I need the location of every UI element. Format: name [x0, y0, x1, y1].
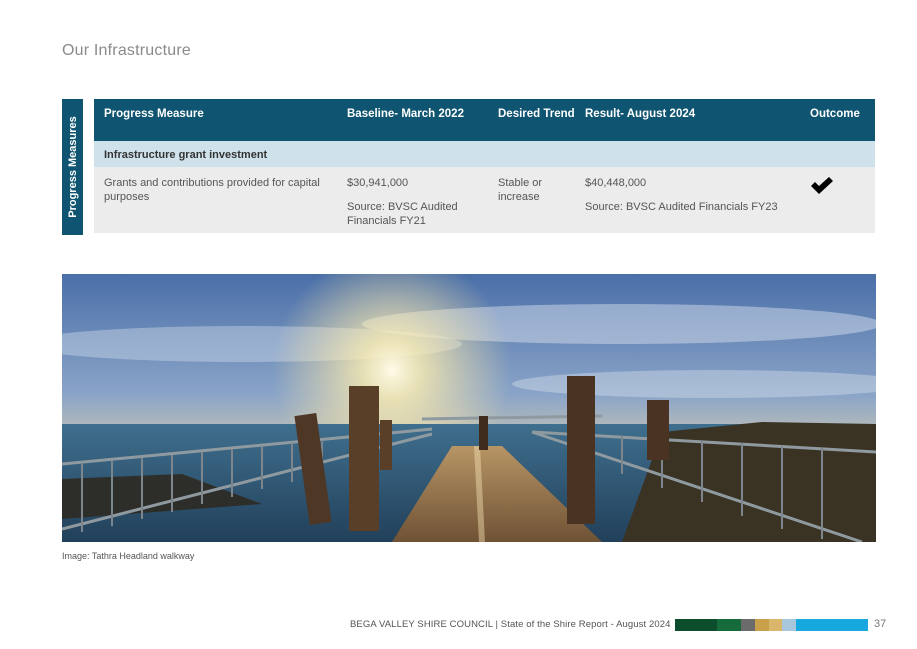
- footer-swatch: [796, 619, 868, 631]
- baseline-value: $30,941,000: [347, 177, 409, 189]
- footer-swatch: [782, 619, 796, 631]
- result-value: $40,448,000: [585, 177, 647, 189]
- table-header-row: Progress Measure Baseline- March 2022 De…: [94, 99, 875, 141]
- header-baseline: Baseline- March 2022: [347, 108, 464, 120]
- side-tab: Progress Measures: [62, 99, 83, 235]
- baseline-source: Source: BVSC Audited Financials FY21: [347, 201, 458, 227]
- footer-swatch: [675, 619, 717, 631]
- walkway-photo: [62, 274, 876, 542]
- page-title: Our Infrastructure: [62, 42, 191, 59]
- table-row: Grants and contributions provided for ca…: [94, 167, 875, 233]
- page-number: 37: [874, 618, 887, 630]
- image-caption: Image: Tathra Headland walkway: [62, 551, 195, 561]
- photo-illustration: [62, 274, 876, 542]
- footer-swatch: [755, 619, 769, 631]
- header-desired-trend: Desired Trend: [498, 108, 575, 120]
- result-source: Source: BVSC Audited Financials FY23: [585, 201, 778, 213]
- footer-swatch: [769, 619, 782, 631]
- section-label: Infrastructure grant investment: [104, 149, 268, 161]
- section-row: Infrastructure grant investment: [94, 141, 875, 167]
- cell-trend: Stable or increase: [498, 177, 543, 203]
- header-progress-measure: Progress Measure: [104, 108, 204, 120]
- footer-swatch: [717, 619, 741, 631]
- checkmark-icon: [811, 177, 833, 194]
- header-outcome: Outcome: [810, 108, 860, 120]
- cell-measure: Grants and contributions provided for ca…: [104, 177, 320, 203]
- cell-result: $40,448,000 Source: BVSC Audited Financi…: [585, 176, 795, 214]
- side-tab-label: Progress Measures: [66, 116, 79, 218]
- header-result: Result- August 2024: [585, 108, 696, 120]
- cell-baseline: $30,941,000 Source: BVSC Audited Financi…: [347, 176, 487, 228]
- footer-text: BEGA VALLEY SHIRE COUNCIL | State of the…: [350, 619, 671, 630]
- footer-swatch: [741, 619, 755, 631]
- footer-color-bar: [675, 619, 868, 631]
- progress-table: Progress Measure Baseline- March 2022 De…: [94, 99, 875, 233]
